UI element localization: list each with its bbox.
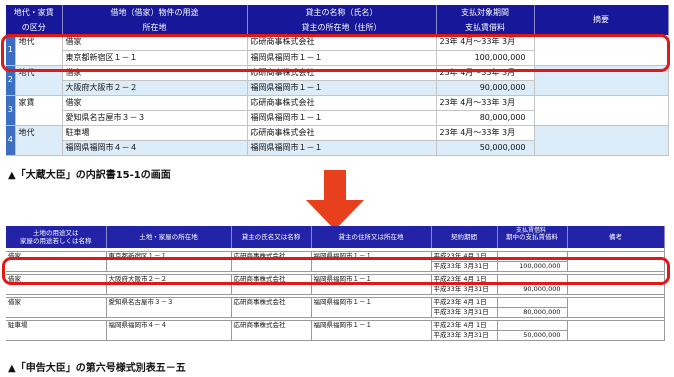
- row-use[interactable]: 借家: [6, 297, 107, 318]
- row-location[interactable]: 愛知県名古屋市３－３: [106, 297, 232, 318]
- bottom-highlight-frame: [2, 257, 670, 285]
- top-rent-table: 地代・家賃 借地（借家）物件の用途 貸主の名称（氏名） 支払対象期間 摘要 の区…: [6, 5, 669, 156]
- header-use: 借地（借家）物件の用途: [62, 5, 248, 20]
- row-payee-address[interactable]: 福岡県福岡市１－１: [247, 110, 437, 126]
- row-payee[interactable]: 応研商事株式会社: [247, 125, 437, 141]
- row-amount[interactable]: 50,000,000: [436, 140, 535, 156]
- header-contract-period: 契約期間: [431, 226, 498, 248]
- header-payee-name: 貸主の氏名又は名称: [231, 226, 312, 248]
- row-amount-blank[interactable]: [497, 320, 568, 331]
- row-period[interactable]: 23年 4月～33年 3月: [436, 125, 535, 141]
- header-payee: 貸主の名称（氏名）: [247, 5, 437, 20]
- header-kind-sub: の区分: [6, 20, 63, 35]
- row-kind[interactable]: 家賃: [15, 95, 63, 126]
- header-kind: 地代・家賃: [6, 5, 63, 20]
- row-amount-blank[interactable]: [497, 297, 568, 308]
- table-row[interactable]: 3 家賃 借家 応研商事株式会社 23年 4月～33年 3月: [6, 95, 669, 126]
- row-start[interactable]: 平成23年 4月 1日: [431, 297, 498, 308]
- row-use[interactable]: 駐車場: [6, 320, 107, 341]
- row-kind[interactable]: 地代: [15, 125, 63, 156]
- row-end[interactable]: 平成33年 3月31日: [431, 307, 498, 318]
- row-number: 3: [6, 95, 16, 126]
- row-amount[interactable]: 90,000,000: [436, 80, 535, 96]
- row-payee-address[interactable]: 福岡県福岡市１－１: [247, 140, 437, 156]
- row-amount[interactable]: 50,000,000: [497, 330, 568, 341]
- row-amount[interactable]: 90,000,000: [497, 284, 568, 295]
- row-location[interactable]: 福岡県福岡市４－４: [106, 320, 232, 341]
- row-location[interactable]: 福岡県福岡市４－４: [62, 140, 248, 156]
- row-payee[interactable]: 応研商事株式会社: [231, 320, 312, 341]
- row-location[interactable]: 愛知県名古屋市３－３: [62, 110, 248, 126]
- bottom-caption: ▲「申告大臣」の第六号様式別表五－五: [8, 363, 186, 374]
- header-use-line1: 土地の用途又は: [33, 229, 79, 237]
- header-amount: 支払賃借料: [436, 20, 535, 35]
- top-highlight-frame: [1, 34, 670, 72]
- header-location: 所在地: [62, 20, 248, 35]
- row-payee[interactable]: 応研商事株式会社: [247, 95, 437, 111]
- row-payee-address[interactable]: 福岡県福岡市１－１: [311, 320, 432, 341]
- row-payee-address[interactable]: 福岡県福岡市１－１: [311, 297, 432, 318]
- naiyakusho-15-1-screen: 地代・家賃 借地（借家）物件の用途 貸主の名称（氏名） 支払対象期間 摘要 の区…: [6, 5, 669, 156]
- bottom-header-row: 土地の用途又は 家屋の用途若しくは名称 土地・家屋の所在地 貸主の氏名又は名称 …: [6, 226, 665, 248]
- row-location[interactable]: 大阪府大阪市２－２: [62, 80, 248, 96]
- row-remarks[interactable]: [567, 297, 665, 318]
- row-number: 4: [6, 125, 16, 156]
- table-row[interactable]: 借家 愛知県名古屋市３－３ 応研商事株式会社 福岡県福岡市１－１ 平成23年 4…: [6, 297, 665, 318]
- row-remarks[interactable]: [534, 125, 669, 156]
- row-amount[interactable]: 80,000,000: [436, 110, 535, 126]
- row-end[interactable]: 平成33年 3月31日: [431, 284, 498, 295]
- row-remarks[interactable]: [534, 95, 669, 126]
- row-start[interactable]: 平成23年 4月 1日: [431, 320, 498, 331]
- top-header-row-1: 地代・家賃 借地（借家）物件の用途 貸主の名称（氏名） 支払対象期間 摘要: [6, 5, 669, 35]
- header-remarks: 摘要: [534, 5, 669, 35]
- down-arrow-icon: [306, 170, 364, 230]
- top-caption: ▲「大蔵大臣」の内訳書15-1の画面: [8, 170, 171, 181]
- header-use-name: 土地の用途又は 家屋の用途若しくは名称: [6, 226, 107, 248]
- table-row[interactable]: 駐車場 福岡県福岡市４－４ 応研商事株式会社 福岡県福岡市１－１ 平成23年 4…: [6, 320, 665, 341]
- header-payee-address: 貸主の住所又は所在地: [311, 226, 432, 248]
- row-use[interactable]: 借家: [62, 95, 248, 111]
- header-period: 支払対象期間: [436, 5, 535, 20]
- row-period[interactable]: 23年 4月～33年 3月: [436, 95, 535, 111]
- header-payee-address: 貸主の所在地（住所）: [247, 20, 437, 35]
- row-payee[interactable]: 応研商事株式会社: [231, 297, 312, 318]
- header-land-location: 土地・家屋の所在地: [106, 226, 232, 248]
- table-row[interactable]: 4 地代 駐車場 応研商事株式会社 23年 4月～33年 3月: [6, 125, 669, 156]
- header-use-line2: 家屋の用途若しくは名称: [20, 237, 92, 245]
- row-end[interactable]: 平成33年 3月31日: [431, 330, 498, 341]
- row-remarks[interactable]: [567, 320, 665, 341]
- header-remarks: 備考: [567, 226, 665, 248]
- row-payee-address[interactable]: 福岡県福岡市１－１: [247, 80, 437, 96]
- row-amount[interactable]: 80,000,000: [497, 307, 568, 318]
- row-use[interactable]: 駐車場: [62, 125, 248, 141]
